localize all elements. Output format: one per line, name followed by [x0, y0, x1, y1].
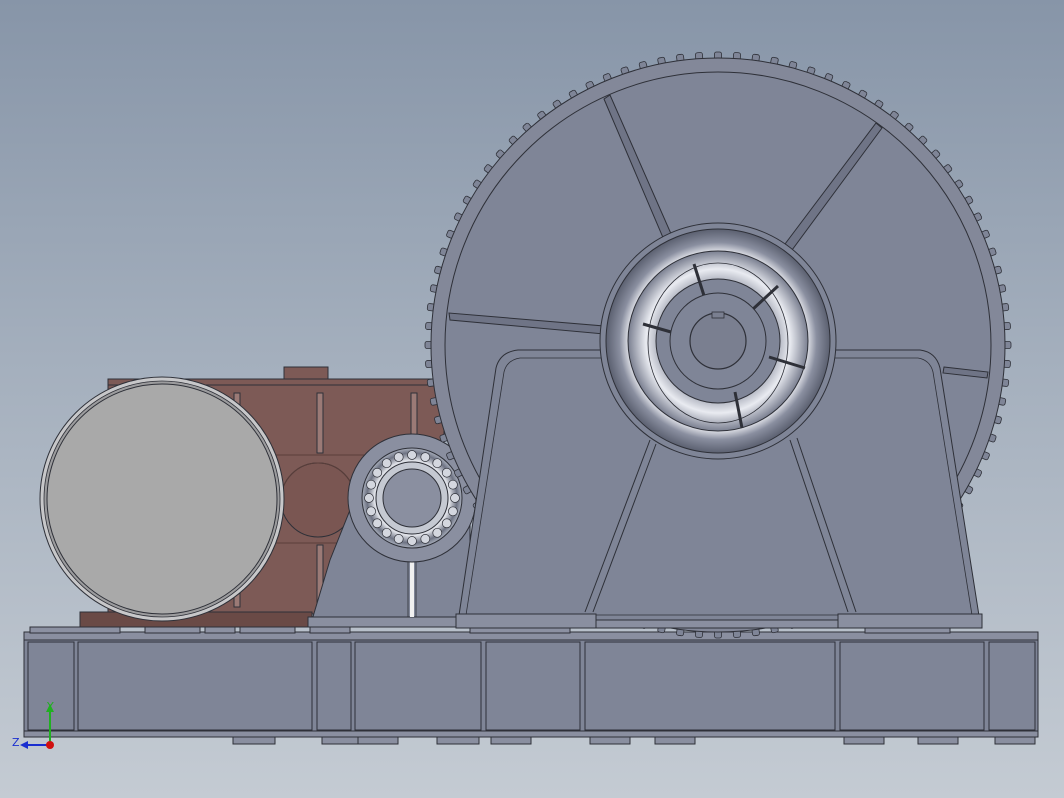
- base-foot: [357, 736, 399, 745]
- bearing-roller: [407, 536, 417, 546]
- bearing-roller: [372, 467, 383, 478]
- base-foot: [917, 736, 959, 745]
- bearing-roller: [381, 527, 392, 538]
- bearing-roller: [393, 452, 404, 462]
- bearing-roller: [420, 534, 431, 544]
- main-hub: [599, 222, 837, 460]
- bearing-roller: [441, 518, 452, 529]
- y-axis-label: Y: [46, 700, 54, 713]
- bearing-roller: [432, 527, 443, 538]
- shaft-bore: [689, 312, 747, 370]
- base-foot: [321, 736, 359, 745]
- bearing-roller: [366, 506, 376, 517]
- base-web: [23, 639, 1039, 732]
- base-foot: [589, 736, 631, 745]
- bearing-roller: [448, 506, 458, 517]
- x-axis-icon: [46, 741, 54, 749]
- bearing-roller: [450, 493, 460, 503]
- base-bottom-flange: [23, 730, 1039, 738]
- bearing-roller: [381, 458, 392, 469]
- bearing-roller: [372, 518, 383, 529]
- cad-viewport[interactable]: Y Z: [0, 0, 1064, 798]
- base-frame: [23, 626, 1039, 745]
- bearing-roller: [420, 452, 431, 462]
- base-foot: [490, 736, 532, 745]
- bearing-roller: [448, 479, 458, 490]
- z-axis-label: Z: [12, 736, 20, 749]
- base-foot: [994, 736, 1036, 745]
- motor-end-cover: [39, 376, 285, 622]
- bearing-roller: [393, 534, 404, 544]
- bearing-roller: [407, 450, 417, 460]
- base-foot: [843, 736, 885, 745]
- bearing-roller: [432, 458, 443, 469]
- base-foot: [436, 736, 480, 745]
- small-bearing-bore: [382, 468, 442, 528]
- base-foot: [232, 736, 276, 745]
- base-feet: [232, 736, 1036, 745]
- bearing-roller: [366, 479, 376, 490]
- bearing-roller: [441, 467, 452, 478]
- assembly-drawing: Y Z: [12, 51, 1039, 749]
- base-foot: [654, 736, 696, 745]
- bearing-roller: [364, 493, 374, 503]
- gearbox-oil-cap: [283, 366, 329, 381]
